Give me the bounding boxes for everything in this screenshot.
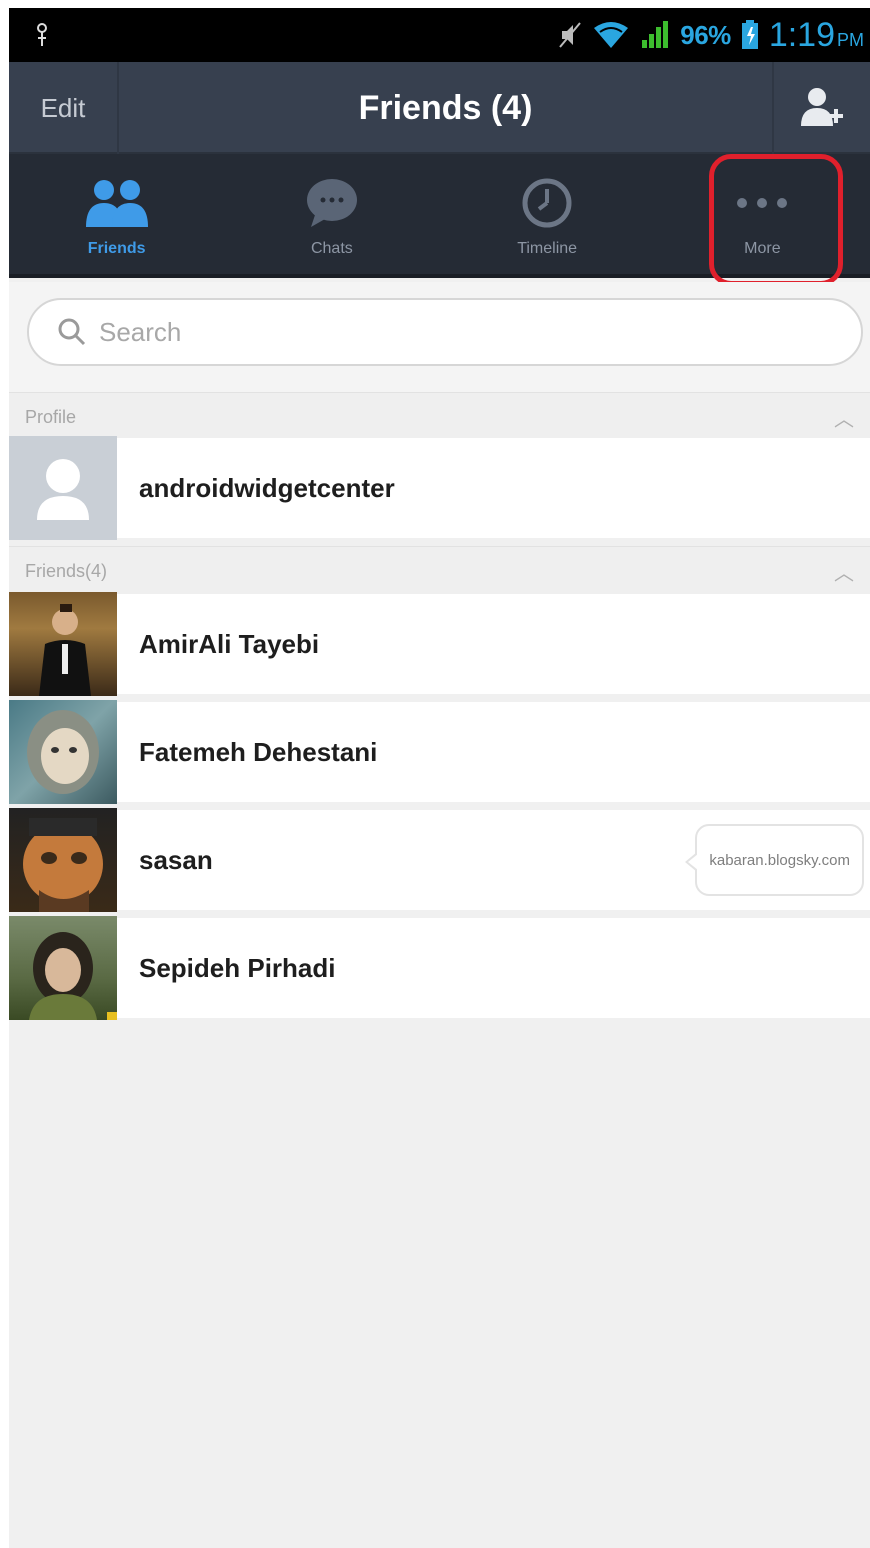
friend-name: Fatemeh Dehestani xyxy=(139,736,378,767)
edit-button[interactable]: Edit xyxy=(9,62,119,154)
avatar xyxy=(9,916,117,1020)
battery-percent: 96% xyxy=(680,19,731,50)
tab-timeline[interactable]: Timeline xyxy=(440,154,655,274)
page-title: Friends (4) xyxy=(358,88,533,127)
friends-screen: 96% 1:19 PM Edit Friends (4) Friends Cha… xyxy=(9,8,870,1548)
status-message-bubble: kabaran.blogsky.com xyxy=(685,824,864,896)
add-friend-icon xyxy=(801,88,843,126)
section-header-friends[interactable]: Friends(4) ︿ xyxy=(9,546,870,596)
section-header-profile[interactable]: Profile ︿ xyxy=(9,392,870,442)
photo-icon xyxy=(23,818,103,912)
friend-row[interactable]: sasan kabaran.blogsky.com xyxy=(9,808,870,914)
more-dots-icon xyxy=(737,198,788,208)
profile-name: androidwidgetcenter xyxy=(139,472,395,503)
chat-bubble-icon xyxy=(306,179,357,227)
signal-icon xyxy=(642,21,669,48)
tab-more[interactable]: More xyxy=(655,154,870,274)
clock: 1:19 PM xyxy=(768,15,864,54)
usb-icon xyxy=(37,23,47,46)
photo-icon xyxy=(27,710,99,794)
section-title: Friends(4) xyxy=(25,561,108,581)
search-icon xyxy=(58,318,86,346)
mute-icon xyxy=(559,22,582,48)
default-user-icon xyxy=(37,459,89,520)
profile-row[interactable]: androidwidgetcenter xyxy=(9,436,870,542)
collapse-icon: ︿ xyxy=(834,409,854,431)
title-bar: Edit Friends (4) xyxy=(9,62,870,154)
search-input[interactable] xyxy=(99,316,699,348)
avatar xyxy=(9,700,117,804)
avatar xyxy=(9,592,117,696)
status-bar: 96% 1:19 PM xyxy=(9,8,870,62)
tab-label: Chats xyxy=(310,240,353,257)
friends-icon xyxy=(85,180,148,227)
clock-icon xyxy=(522,178,572,228)
friend-name: Sepideh Pirhadi xyxy=(139,952,336,983)
tab-friends[interactable]: Friends xyxy=(9,154,224,274)
tab-label: Timeline xyxy=(517,240,578,257)
avatar xyxy=(9,808,117,912)
tab-chats[interactable]: Chats xyxy=(224,154,439,274)
search-area xyxy=(9,282,870,392)
tab-label: Friends xyxy=(87,240,146,257)
friend-row[interactable]: AmirAli Tayebi xyxy=(9,592,870,698)
avatar xyxy=(9,436,117,540)
section-title: Profile xyxy=(25,407,77,427)
friend-name: sasan xyxy=(139,844,213,875)
collapse-icon: ︿ xyxy=(834,563,854,585)
wifi-icon xyxy=(594,22,629,48)
friend-row[interactable]: Sepideh Pirhadi xyxy=(9,916,870,1022)
add-friend-button[interactable] xyxy=(772,62,870,154)
friend-row[interactable]: Fatemeh Dehestani xyxy=(9,700,870,806)
search-box[interactable] xyxy=(27,298,863,366)
friend-name: AmirAli Tayebi xyxy=(139,628,320,659)
battery-icon xyxy=(741,20,758,49)
tab-bar: Friends Chats Timeline More xyxy=(9,154,870,286)
photo-icon xyxy=(39,604,91,696)
tab-label: More xyxy=(744,240,781,257)
photo-icon xyxy=(29,932,117,1020)
